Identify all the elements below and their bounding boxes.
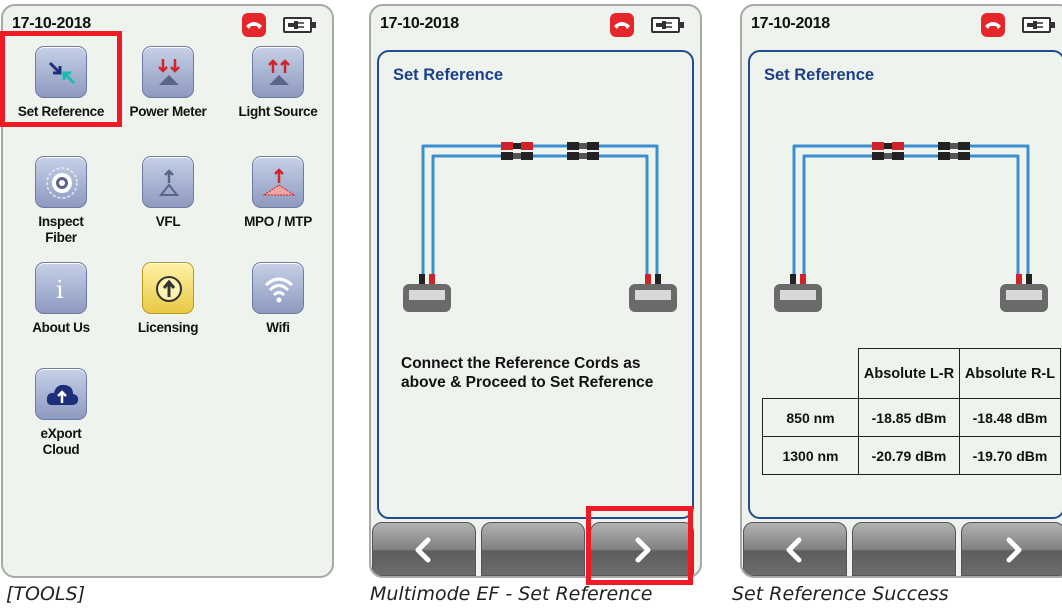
- licensing-icon: [142, 262, 194, 314]
- tool-licensing[interactable]: Licensing: [113, 262, 223, 336]
- battery-charging-icon: [283, 17, 316, 33]
- status-bar: 17-10-2018: [371, 6, 700, 40]
- result-panel: Set Reference Absolute L-R Absolute R-L …: [748, 50, 1062, 519]
- set-reference-panel: Set Reference Connect the Reference Cord…: [377, 50, 694, 519]
- info-icon: i: [35, 262, 87, 314]
- vfl-icon: [142, 156, 194, 208]
- column-header: Absolute R-L: [959, 348, 1061, 399]
- table-row: 1300 nm -20.79 dBm -19.70 dBm: [762, 436, 1061, 475]
- back-button[interactable]: [372, 522, 476, 576]
- reference-cord-diagram: [774, 142, 1048, 312]
- tool-label: Light Source: [238, 104, 318, 119]
- status-date: 17-10-2018: [380, 15, 459, 32]
- status-bar: 17-10-2018: [742, 6, 1062, 40]
- tool-label: Inspect Fiber: [38, 214, 84, 245]
- reference-cord-diagram: [403, 142, 677, 312]
- right-meter-device: [1000, 274, 1048, 312]
- table-corner-cell: [762, 348, 859, 399]
- panel-title: Set Reference: [764, 66, 875, 84]
- light-source-icon: [252, 46, 304, 98]
- tool-wifi[interactable]: Wifi: [223, 262, 332, 336]
- fiber-cords: [792, 144, 1030, 282]
- phone-icon: [981, 13, 1005, 37]
- tool-label: MPO / MTP: [244, 214, 312, 229]
- set-reference-success-screen: 17-10-2018 Set Reference Absolute L-R Ab…: [740, 4, 1062, 578]
- tool-vfl[interactable]: VFL: [113, 156, 223, 230]
- chevron-right-icon: [1006, 537, 1022, 563]
- fiber-cords: [421, 144, 659, 282]
- table-header-row: Absolute L-R Absolute R-L: [762, 348, 1061, 399]
- next-button[interactable]: [961, 522, 1062, 576]
- power-meter-icon: [142, 46, 194, 98]
- panel-title: Set Reference: [393, 66, 504, 84]
- tool-label: Wifi: [266, 320, 290, 335]
- left-meter-device: [774, 274, 822, 312]
- status-date: 17-10-2018: [751, 15, 830, 32]
- reference-results-table: Absolute L-R Absolute R-L 850 nm -18.85 …: [762, 348, 1061, 475]
- inspect-fiber-icon: [35, 156, 87, 208]
- battery-charging-icon: [1022, 17, 1055, 33]
- chevron-left-icon: [786, 537, 802, 563]
- caption-success: Set Reference Success: [732, 583, 949, 605]
- nav-bar: [742, 518, 1062, 576]
- phone-icon: [242, 13, 266, 37]
- tool-mpo-mtp[interactable]: MPO / MTP: [223, 156, 332, 230]
- tool-label: VFL: [155, 214, 181, 229]
- set-reference-screen: 17-10-2018 Set Reference Connect the Ref…: [369, 4, 702, 578]
- wifi-icon: [252, 262, 304, 314]
- battery-charging-icon: [651, 17, 684, 33]
- lr-value-cell: -18.85 dBm: [858, 398, 960, 437]
- selection-highlight: [586, 506, 693, 585]
- tool-label: About Us: [32, 320, 90, 335]
- table-row: 850 nm -18.85 dBm -18.48 dBm: [762, 398, 1061, 437]
- tool-light-source[interactable]: Light Source: [223, 46, 332, 120]
- mpo-mtp-icon: [252, 156, 304, 208]
- left-meter-device: [403, 274, 451, 312]
- tool-power-meter[interactable]: Power Meter: [113, 46, 223, 120]
- caption-set-reference: Multimode EF - Set Reference: [370, 583, 653, 605]
- back-button[interactable]: [743, 522, 847, 576]
- tool-label: eXport Cloud: [40, 426, 82, 457]
- phone-icon: [610, 13, 634, 37]
- rl-value-cell: -18.48 dBm: [959, 398, 1061, 437]
- right-meter-device: [629, 274, 677, 312]
- tool-label: Power Meter: [129, 104, 207, 119]
- cloud-upload-icon: [35, 368, 87, 420]
- selection-highlight: [0, 31, 122, 127]
- chevron-left-icon: [415, 537, 431, 563]
- tool-inspect-fiber[interactable]: Inspect Fiber: [6, 156, 116, 246]
- tool-about-us[interactable]: i About Us: [6, 262, 116, 336]
- tool-label: Licensing: [137, 320, 199, 335]
- middle-button[interactable]: [481, 522, 585, 576]
- wavelength-cell: 1300 nm: [762, 436, 859, 475]
- wavelength-cell: 850 nm: [762, 398, 859, 437]
- middle-button[interactable]: [852, 522, 956, 576]
- tool-export-cloud[interactable]: eXport Cloud: [6, 368, 116, 458]
- lr-value-cell: -20.79 dBm: [858, 436, 960, 475]
- column-header: Absolute L-R: [858, 348, 960, 399]
- rl-value-cell: -19.70 dBm: [959, 436, 1061, 475]
- svg-text:i: i: [56, 276, 64, 304]
- caption-tools: [TOOLS]: [6, 583, 85, 605]
- instruction-message: Connect the Reference Cords as above & P…: [401, 355, 654, 391]
